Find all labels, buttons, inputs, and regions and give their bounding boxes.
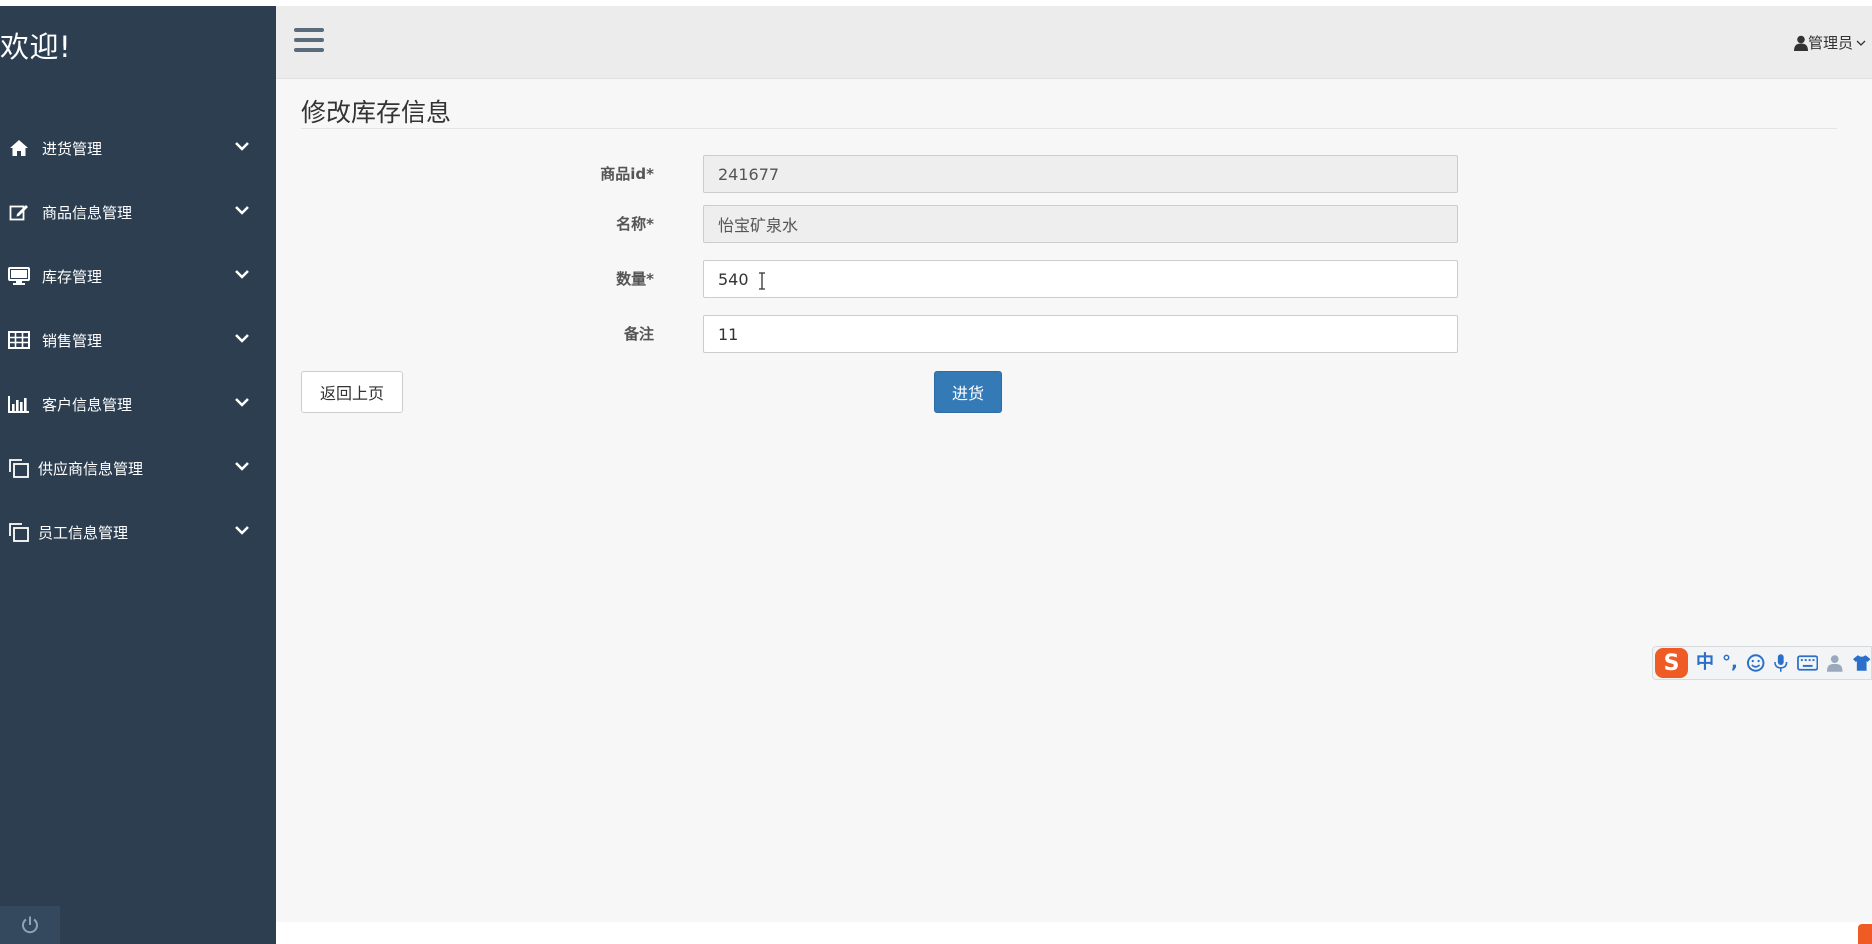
remark-field[interactable] (703, 315, 1458, 353)
ime-corner-icon (1858, 924, 1872, 944)
purchase-submit-button[interactable]: 进货 (934, 371, 1002, 413)
remark-label: 备注 (623, 325, 654, 343)
sidebar-item-purchase[interactable]: 进货管理 (0, 116, 276, 180)
sidebar-menu: 进货管理 商品信息管理 库存管理 销售管理 客户信息管理 供应商信息管理 员工信… (0, 116, 276, 564)
skin-icon[interactable] (1852, 654, 1871, 672)
name-label: 名称* (616, 215, 654, 233)
home-icon (6, 138, 32, 158)
text-cursor-icon (759, 272, 765, 290)
microphone-icon[interactable] (1773, 653, 1789, 673)
user-settings-icon[interactable] (1826, 654, 1843, 672)
user-menu[interactable]: 管理员 (1793, 32, 1866, 53)
ime-mode[interactable]: 中 (1696, 654, 1714, 672)
sidebar-item-customer-info[interactable]: 客户信息管理 (0, 372, 276, 436)
hamburger-icon[interactable] (294, 28, 324, 56)
quantity-label: 数量* (616, 270, 654, 288)
sidebar-item-label: 供应商信息管理 (38, 459, 144, 478)
brand-title: 欢迎! (0, 30, 72, 64)
name-field[interactable] (703, 205, 1458, 243)
sidebar-item-supplier-info[interactable]: 供应商信息管理 (0, 436, 276, 500)
bottom-area (276, 922, 1872, 944)
sidebar-item-sales[interactable]: 销售管理 (0, 308, 276, 372)
page-title: 修改库存信息 (301, 98, 452, 127)
chevron-down-icon (235, 334, 249, 343)
ime-toolbar[interactable]: S 中 °, (1652, 646, 1872, 680)
sidebar-item-inventory[interactable]: 库存管理 (0, 244, 276, 308)
logout-button[interactable] (0, 906, 60, 944)
sidebar-item-label: 进货管理 (42, 139, 103, 158)
title-divider (301, 128, 1837, 129)
quantity-field[interactable] (703, 260, 1458, 298)
chevron-down-icon (235, 462, 249, 471)
ime-logo: S (1655, 648, 1688, 678)
chevron-down-icon (235, 270, 249, 279)
user-label: 管理员 (1807, 34, 1853, 52)
product-id-label: 商品id* (600, 165, 654, 183)
sidebar-item-label: 销售管理 (42, 331, 103, 350)
copy-icon (6, 522, 32, 542)
sidebar-item-label: 客户信息管理 (42, 395, 133, 414)
form-row-product-id: 商品id* (276, 155, 1872, 193)
power-icon (22, 916, 38, 934)
form-row-remark: 备注 (276, 315, 1872, 353)
chevron-down-icon (1856, 40, 1866, 46)
table-icon (6, 330, 32, 350)
ime-punctuation[interactable]: °, (1722, 654, 1738, 672)
sidebar-item-employee-info[interactable]: 员工信息管理 (0, 500, 276, 564)
top-bar: 管理员 (276, 6, 1872, 79)
sidebar-item-product-info[interactable]: 商品信息管理 (0, 180, 276, 244)
back-button[interactable]: 返回上页 (301, 371, 403, 413)
sidebar-item-label: 员工信息管理 (38, 523, 129, 542)
form-row-quantity: 数量* (276, 260, 1872, 298)
chevron-down-icon (235, 206, 249, 215)
bar-chart-icon (6, 394, 32, 414)
sidebar-item-label: 商品信息管理 (42, 203, 133, 222)
main-content: 修改库存信息 商品id* 名称* 数量* 备注 返回上页 进货 (276, 79, 1872, 922)
edit-icon (6, 202, 32, 222)
keyboard-icon[interactable] (1796, 655, 1819, 671)
product-id-field[interactable] (703, 155, 1458, 193)
chevron-down-icon (235, 526, 249, 535)
form-row-name: 名称* (276, 205, 1872, 243)
chevron-down-icon (235, 398, 249, 407)
chevron-down-icon (235, 142, 249, 151)
sidebar: 欢迎! 进货管理 商品信息管理 库存管理 销售管理 客户信息管理 供应商信息管理… (0, 6, 276, 944)
monitor-icon (6, 266, 32, 286)
copy-icon (6, 458, 32, 478)
user-icon (1793, 35, 1808, 51)
sidebar-item-label: 库存管理 (42, 267, 103, 286)
emoji-icon[interactable] (1746, 653, 1765, 673)
